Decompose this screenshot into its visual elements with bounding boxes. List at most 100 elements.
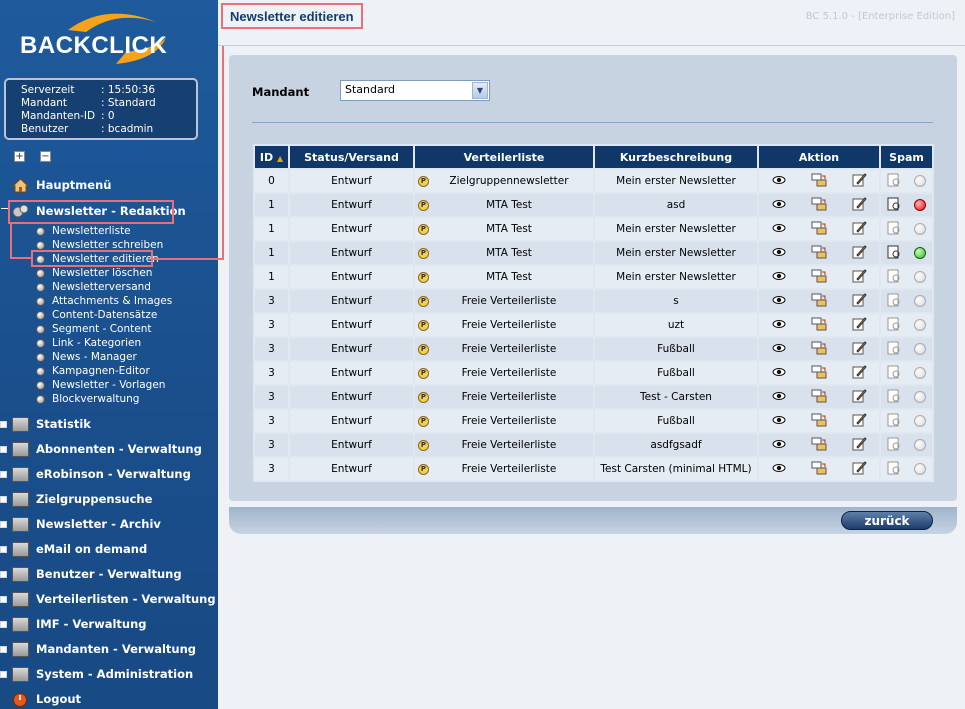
col-status[interactable]: Status/Versand (288, 144, 415, 170)
nav-hauptmenu[interactable]: Hauptmenü (11, 175, 111, 195)
spam-check-icon[interactable] (887, 365, 901, 382)
edit-pencil-icon[interactable] (851, 340, 867, 358)
edit-pencil-icon[interactable] (851, 268, 867, 286)
verteilerliste-name: MTA Test (486, 199, 532, 211)
expand-all-icon[interactable]: + (14, 151, 25, 162)
send-envelopes-icon[interactable] (811, 293, 827, 310)
col-kurzbeschreibung[interactable]: Kurzbeschreibung (593, 144, 759, 170)
spam-check-icon[interactable] (887, 317, 901, 334)
send-envelopes-icon[interactable] (811, 221, 827, 238)
edit-pencil-icon[interactable] (851, 172, 867, 190)
expand-icon[interactable] (0, 571, 7, 578)
submenu-item[interactable]: News - Manager (36, 350, 172, 364)
sidebar-section[interactable]: eMail on demand (12, 539, 147, 559)
edit-pencil-icon[interactable] (851, 196, 867, 214)
submenu-item[interactable]: Newsletterversand (36, 280, 172, 294)
spam-check-icon[interactable] (887, 293, 901, 310)
edit-pencil-icon[interactable] (851, 460, 867, 478)
expand-icon[interactable] (0, 421, 7, 428)
collapse-redaktion-icon[interactable] (1, 208, 8, 209)
cell-aktion (757, 168, 881, 194)
submenu-item[interactable]: Newsletter - Vorlagen (36, 378, 172, 392)
collapse-all-icon[interactable]: − (40, 151, 51, 162)
submenu-item[interactable]: Segment - Content (36, 322, 172, 336)
view-eye-icon[interactable] (771, 294, 787, 308)
view-eye-icon[interactable] (771, 198, 787, 212)
expand-icon[interactable] (0, 646, 7, 653)
view-eye-icon[interactable] (771, 462, 787, 476)
expand-icon[interactable] (0, 546, 7, 553)
submenu-item[interactable]: Content-Datensätze (36, 308, 172, 322)
spam-check-icon[interactable] (887, 341, 901, 358)
send-envelopes-icon[interactable] (811, 461, 827, 478)
send-envelopes-icon[interactable] (811, 245, 827, 262)
send-envelopes-icon[interactable] (811, 341, 827, 358)
sidebar-section[interactable]: Zielgruppensuche (12, 489, 152, 509)
spam-check-icon[interactable] (887, 197, 901, 214)
expand-icon[interactable] (0, 446, 7, 453)
spam-check-icon[interactable] (887, 437, 901, 454)
submenu-item[interactable]: Attachments & Images (36, 294, 172, 308)
edit-pencil-icon[interactable] (851, 436, 867, 454)
expand-icon[interactable] (0, 671, 7, 678)
sidebar-section[interactable]: IMF - Verwaltung (12, 614, 147, 634)
view-eye-icon[interactable] (771, 270, 787, 284)
submenu-item[interactable]: Kampagnen-Editor (36, 364, 172, 378)
send-envelopes-icon[interactable] (811, 413, 827, 430)
send-envelopes-icon[interactable] (811, 269, 827, 286)
view-eye-icon[interactable] (771, 366, 787, 380)
submenu-item[interactable]: Blockverwaltung (36, 392, 172, 406)
view-eye-icon[interactable] (771, 342, 787, 356)
sidebar-section[interactable]: Mandanten - Verwaltung (12, 639, 196, 659)
send-envelopes-icon[interactable] (811, 437, 827, 454)
edit-pencil-icon[interactable] (851, 364, 867, 382)
col-verteilerliste[interactable]: Verteilerliste (413, 144, 595, 170)
expand-icon[interactable] (0, 621, 7, 628)
edit-pencil-icon[interactable] (851, 412, 867, 430)
send-envelopes-icon[interactable] (811, 317, 827, 334)
sidebar-section[interactable]: Benutzer - Verwaltung (12, 564, 182, 584)
edit-pencil-icon[interactable] (851, 244, 867, 262)
view-eye-icon[interactable] (771, 174, 787, 188)
chevron-down-icon[interactable]: ▼ (472, 82, 488, 99)
submenu-item[interactable]: Newsletterliste (36, 224, 172, 238)
edit-pencil-icon[interactable] (851, 316, 867, 334)
spam-check-icon[interactable] (887, 221, 901, 238)
view-eye-icon[interactable] (771, 390, 787, 404)
edit-pencil-icon[interactable] (851, 388, 867, 406)
back-button[interactable]: zurück (841, 511, 933, 530)
view-eye-icon[interactable] (771, 246, 787, 260)
sidebar-section[interactable]: Verteilerlisten - Verwaltung (12, 589, 216, 609)
expand-icon[interactable] (0, 521, 7, 528)
cell-verteilerliste: P Freie Verteilerliste (413, 288, 595, 314)
send-envelopes-icon[interactable] (811, 389, 827, 406)
col-id[interactable]: ID ▲ (253, 144, 290, 170)
edit-pencil-icon[interactable] (851, 220, 867, 238)
view-eye-icon[interactable] (771, 414, 787, 428)
view-eye-icon[interactable] (771, 222, 787, 236)
send-envelopes-icon[interactable] (811, 365, 827, 382)
sidebar-section[interactable]: System - Administration (12, 664, 193, 684)
send-envelopes-icon[interactable] (811, 173, 827, 190)
spam-check-icon[interactable] (887, 245, 901, 262)
expand-icon[interactable] (0, 596, 7, 603)
send-envelopes-icon[interactable] (811, 197, 827, 214)
view-eye-icon[interactable] (771, 318, 787, 332)
sidebar-section[interactable]: Newsletter - Archiv (12, 514, 161, 534)
spam-check-icon[interactable] (887, 413, 901, 430)
edit-pencil-icon[interactable] (851, 292, 867, 310)
mandant-select[interactable]: Standard ▼ (340, 80, 490, 101)
view-eye-icon[interactable] (771, 438, 787, 452)
spam-check-icon[interactable] (887, 173, 901, 190)
submenu-item[interactable]: Newsletter löschen (36, 266, 172, 280)
sidebar-section[interactable]: Statistik (12, 414, 91, 434)
nav-logout[interactable]: Logout (12, 689, 81, 709)
spam-check-icon[interactable] (887, 461, 901, 478)
expand-icon[interactable] (0, 471, 7, 478)
spam-check-icon[interactable] (887, 269, 901, 286)
sidebar-section[interactable]: Abonnenten - Verwaltung (12, 439, 202, 459)
spam-check-icon[interactable] (887, 389, 901, 406)
sidebar-section[interactable]: eRobinson - Verwaltung (12, 464, 191, 484)
submenu-item[interactable]: Link - Kategorien (36, 336, 172, 350)
expand-icon[interactable] (0, 496, 7, 503)
